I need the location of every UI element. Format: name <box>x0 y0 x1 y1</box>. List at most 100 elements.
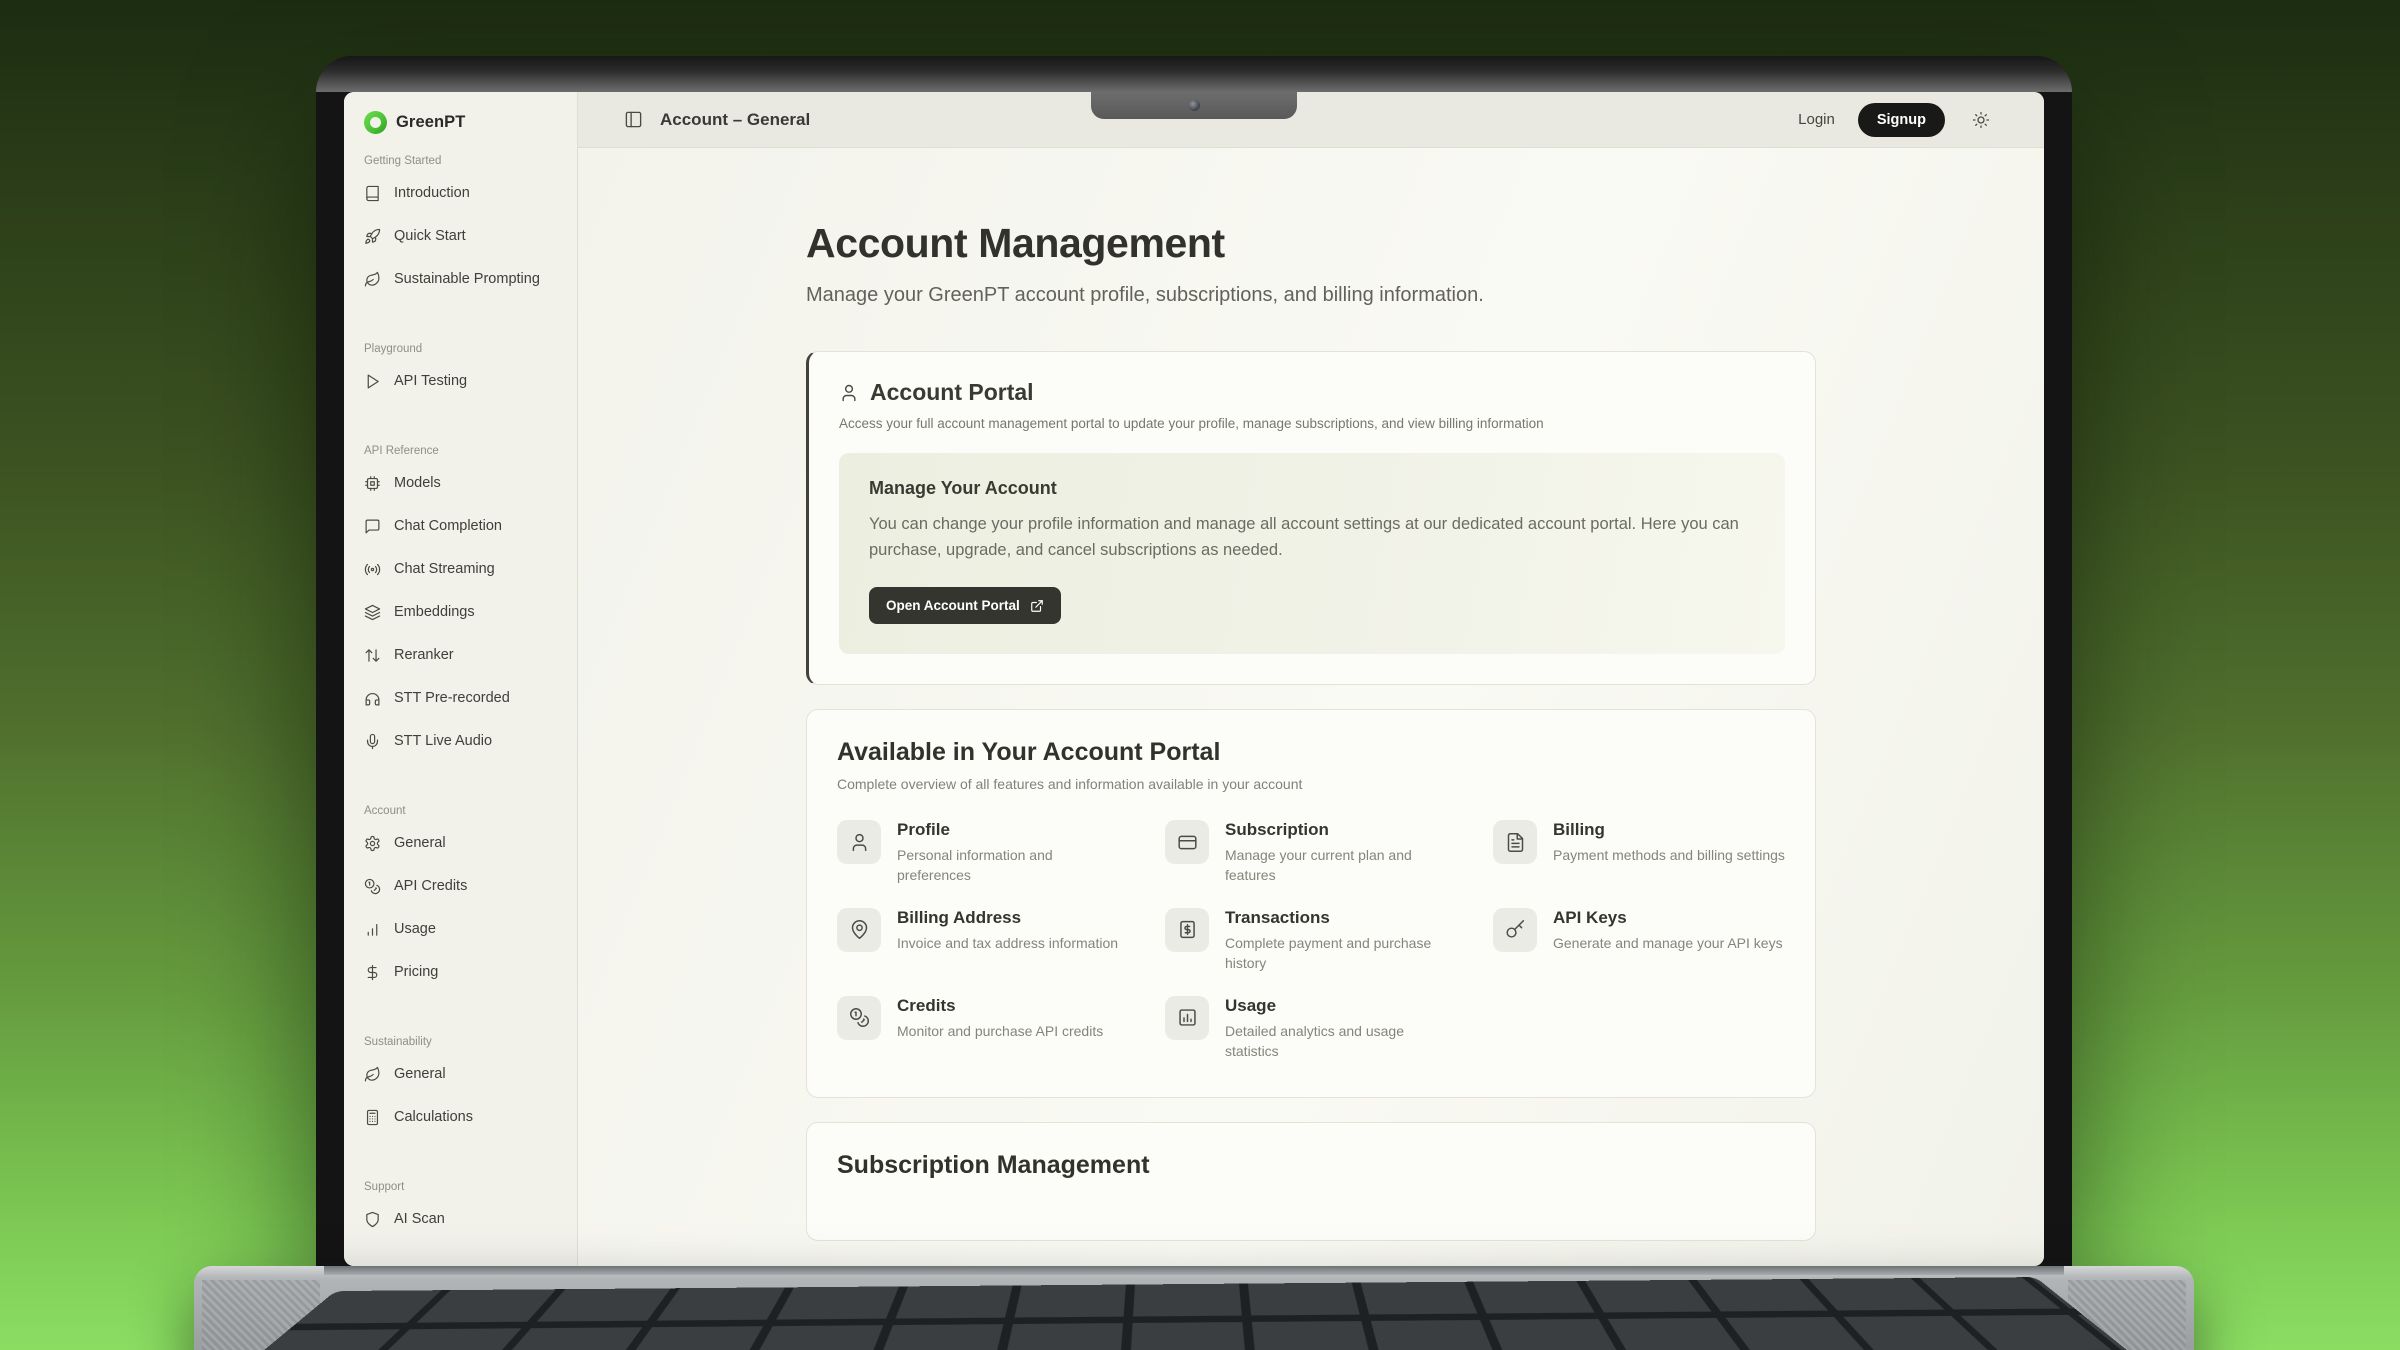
sidebar-item-calculations[interactable]: Calculations <box>364 1096 557 1139</box>
receipt-dollar-icon <box>1165 908 1209 952</box>
feature-description: Payment methods and billing settings <box>1553 846 1785 866</box>
sidebar-item-chat-completion[interactable]: Chat Completion <box>364 505 557 548</box>
external-link-icon <box>1030 599 1044 613</box>
sidebar-item-label: Calculations <box>394 1107 473 1128</box>
sidebar-item-label: Usage <box>394 919 436 940</box>
gear-icon <box>364 835 381 852</box>
sidebar-item-models[interactable]: Models <box>364 462 557 505</box>
microphone-icon <box>364 733 381 750</box>
brand-name: GreenPT <box>396 113 465 132</box>
sidebar-item-label: AI Scan <box>394 1209 445 1230</box>
sidebar-item-label: Embeddings <box>394 602 475 623</box>
subscription-management-title: Subscription Management <box>837 1151 1785 1180</box>
credit-card-icon <box>1165 820 1209 864</box>
sidebar: GreenPT Getting Started Introduction Qui… <box>344 92 578 1266</box>
sidebar-item-label: API Testing <box>394 371 467 392</box>
feature-item-billing: Billing Payment methods and billing sett… <box>1493 820 1785 886</box>
main-area: Account – General Login Signup Account M… <box>578 92 2044 1266</box>
sidebar-section-label: API Reference <box>364 445 557 457</box>
feature-description: Generate and manage your API keys <box>1553 934 1783 954</box>
coins-icon <box>837 996 881 1040</box>
feature-title: Transactions <box>1225 908 1457 928</box>
open-account-portal-button[interactable]: Open Account Portal <box>869 587 1061 624</box>
desktop-background: GreenPT Getting Started Introduction Qui… <box>0 0 2400 1350</box>
sidebar-toggle-icon[interactable] <box>624 110 643 129</box>
subscription-management-card: Subscription Management <box>806 1122 1816 1241</box>
page-breadcrumb-title: Account – General <box>660 110 810 130</box>
sidebar-item-stt-pre-recorded[interactable]: STT Pre-recorded <box>364 677 557 720</box>
features-card-title: Available in Your Account Portal <box>837 738 1785 767</box>
sidebar-item-embeddings[interactable]: Embeddings <box>364 591 557 634</box>
dollar-icon <box>364 964 381 981</box>
sidebar-item-introduction[interactable]: Introduction <box>364 172 557 215</box>
feature-title: Credits <box>897 996 1103 1016</box>
sidebar-item-label: STT Pre-recorded <box>394 688 510 709</box>
sun-icon[interactable] <box>1972 111 1990 129</box>
sidebar-item-label: Quick Start <box>394 226 466 247</box>
feature-item-credits: Credits Monitor and purchase API credits <box>837 996 1129 1062</box>
sidebar-item-label: Models <box>394 473 441 494</box>
message-square-icon <box>364 518 381 535</box>
feature-description: Invoice and tax address information <box>897 934 1118 954</box>
login-link[interactable]: Login <box>1798 111 1835 128</box>
laptop-notch <box>1091 92 1297 119</box>
layers-icon <box>364 604 381 621</box>
content-scroll-area[interactable]: Account Management Manage your GreenPT a… <box>578 148 2044 1266</box>
open-account-portal-label: Open Account Portal <box>886 598 1020 613</box>
sidebar-item-label: General <box>394 833 446 854</box>
sidebar-item-api-testing[interactable]: API Testing <box>364 360 557 403</box>
sidebar-item-label: Pricing <box>394 962 438 983</box>
keyboard-keys <box>194 1277 2194 1350</box>
sidebar-item-label: Introduction <box>394 183 470 204</box>
sidebar-item-sustainable-prompting[interactable]: Sustainable Prompting <box>364 258 557 301</box>
app-window: GreenPT Getting Started Introduction Qui… <box>344 92 2044 1266</box>
manage-account-body: You can change your profile information … <box>869 512 1755 563</box>
sidebar-item-label: API Credits <box>394 876 467 897</box>
feature-description: Manage your current plan and features <box>1225 846 1457 886</box>
features-grid: Profile Personal information and prefere… <box>837 820 1785 1061</box>
arrow-up-down-icon <box>364 647 381 664</box>
sidebar-item-label: General <box>394 1064 446 1085</box>
laptop-screen-bezel: GreenPT Getting Started Introduction Qui… <box>316 56 2072 1266</box>
topbar: Account – General Login Signup <box>578 92 2044 148</box>
sidebar-section-label: Playground <box>364 343 557 355</box>
manage-account-title: Manage Your Account <box>869 478 1755 499</box>
sidebar-item-usage[interactable]: Usage <box>364 908 557 951</box>
feature-description: Personal information and preferences <box>897 846 1129 886</box>
sidebar-item-account-general[interactable]: General <box>364 822 557 865</box>
feature-item-api-keys: API Keys Generate and manage your API ke… <box>1493 908 1785 974</box>
feature-title: Profile <box>897 820 1129 840</box>
user-icon <box>837 820 881 864</box>
bar-chart-icon <box>364 921 381 938</box>
brand-logo[interactable]: GreenPT <box>364 106 557 138</box>
account-portal-card: Account Portal Access your full account … <box>806 351 1816 685</box>
invoice-icon <box>1493 820 1537 864</box>
sidebar-item-quick-start[interactable]: Quick Start <box>364 215 557 258</box>
page-title: Account Management <box>806 220 1816 267</box>
sidebar-item-label: Chat Streaming <box>394 559 495 580</box>
signup-button[interactable]: Signup <box>1858 103 1945 137</box>
feature-description: Complete payment and purchase history <box>1225 934 1457 974</box>
cpu-icon <box>364 475 381 492</box>
feature-item-profile: Profile Personal information and prefere… <box>837 820 1129 886</box>
sidebar-item-stt-live-audio[interactable]: STT Live Audio <box>364 720 557 763</box>
key-icon <box>1493 908 1537 952</box>
feature-title: Billing Address <box>897 908 1118 928</box>
sidebar-item-api-credits[interactable]: API Credits <box>364 865 557 908</box>
feature-item-transactions: Transactions Complete payment and purcha… <box>1165 908 1457 974</box>
features-card-subtitle: Complete overview of all features and in… <box>837 776 1785 792</box>
book-icon <box>364 185 381 202</box>
feature-description: Monitor and purchase API credits <box>897 1022 1103 1042</box>
feature-title: API Keys <box>1553 908 1783 928</box>
sidebar-item-chat-streaming[interactable]: Chat Streaming <box>364 548 557 591</box>
map-pin-icon <box>837 908 881 952</box>
sidebar-item-ai-scan[interactable]: AI Scan <box>364 1198 557 1241</box>
calculator-icon <box>364 1109 381 1126</box>
leaf-icon <box>364 271 381 288</box>
sidebar-item-pricing[interactable]: Pricing <box>364 951 557 994</box>
feature-title: Billing <box>1553 820 1785 840</box>
sidebar-item-reranker[interactable]: Reranker <box>364 634 557 677</box>
sidebar-section-label: Sustainability <box>364 1036 557 1048</box>
play-icon <box>364 373 381 390</box>
sidebar-item-sustainability-general[interactable]: General <box>364 1053 557 1096</box>
